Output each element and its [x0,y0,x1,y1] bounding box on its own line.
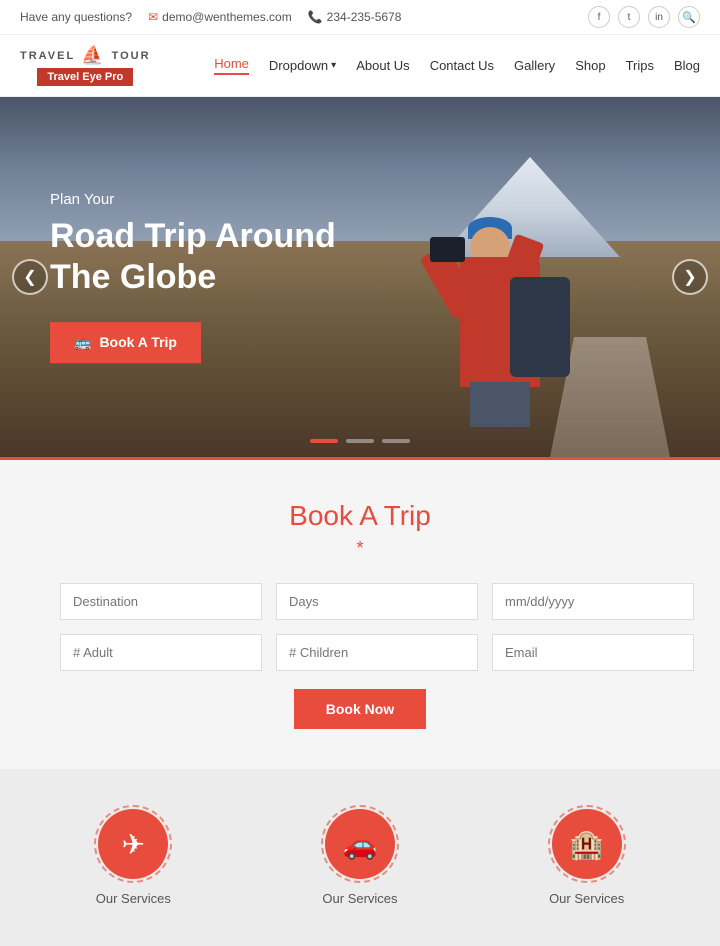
service-item-3: 🏨 Our Services [549,809,624,906]
service-icon-wrap-2: 🚗 [325,809,395,879]
service-item-1: ✈ Our Services [96,809,171,906]
question-text: Have any questions? [20,10,132,24]
destination-input[interactable] [60,583,262,620]
nav-shop[interactable]: Shop [575,58,605,73]
form-row-1 [60,583,660,620]
hero-dots [310,439,410,443]
hero-title-line2: The Globe [50,258,216,296]
hero-dot-2[interactable] [346,439,374,443]
book-section: Book A Trip * Book Now [0,457,720,769]
phone-icon: 📞 [308,10,323,24]
nav-links: Home Dropdown ▾ About Us Contact Us Gall… [214,56,700,75]
twitter-icon[interactable]: t [618,6,640,28]
linkedin-icon[interactable]: in [648,6,670,28]
top-bar-right: f t in 🔍 [588,6,700,28]
nav-blog[interactable]: Blog [674,58,700,73]
logo-badge[interactable]: Travel Eye Pro [37,68,133,86]
form-row-2 [60,634,660,671]
boat-icon: ⛵ [81,45,105,66]
bus-icon: 🚌 [74,334,91,351]
search-icon[interactable]: 🔍 [678,6,700,28]
car-icon: 🚗 [343,828,378,861]
hero-section: Plan Your Road Trip Around The Globe 🚌 B… [0,97,720,457]
hero-prev-arrow[interactable]: ❮ [12,259,48,295]
navbar: TRAVEL ⛵ TOUR Travel Eye Pro Home Dropdo… [0,35,720,97]
email-contact: ✉ demo@wenthemes.com [148,10,292,24]
hero-dot-1[interactable] [310,439,338,443]
logo: TRAVEL ⛵ TOUR Travel Eye Pro [20,45,151,86]
children-input[interactable] [276,634,478,671]
book-divider: * [60,538,660,559]
plane-icon: ✈ [122,828,145,861]
email-address[interactable]: demo@wenthemes.com [162,10,292,24]
top-bar-left: Have any questions? ✉ demo@wenthemes.com… [20,10,401,24]
hero-figure [380,147,600,427]
phone-number[interactable]: 234-235-5678 [327,10,402,24]
book-now-button[interactable]: Book Now [294,689,426,729]
service-label-1: Our Services [96,891,171,906]
hero-cta-label: Book A Trip [99,334,177,350]
nav-about[interactable]: About Us [356,58,409,73]
nav-contact[interactable]: Contact Us [430,58,494,73]
date-input[interactable] [492,583,694,620]
adult-input[interactable] [60,634,262,671]
legs [470,382,530,427]
hero-next-arrow[interactable]: ❯ [672,259,708,295]
hotel-icon: 🏨 [569,828,604,861]
email-input[interactable] [492,634,694,671]
figure-body [450,207,570,427]
book-title-rest: ook A Trip [308,500,431,531]
hero-title-line1: Road Trip Around [50,217,336,255]
book-title: Book A Trip [60,500,660,532]
services-section: ✈ Our Services 🚗 Our Services 🏨 Our Serv… [0,769,720,946]
hero-title: Road Trip Around The Globe [50,216,336,298]
service-label-2: Our Services [322,891,397,906]
days-input[interactable] [276,583,478,620]
brand-travel: TRAVEL [20,50,75,62]
hero-book-button[interactable]: 🚌 Book A Trip [50,322,201,363]
service-label-3: Our Services [549,891,624,906]
service-item-2: 🚗 Our Services [322,809,397,906]
camera [430,237,465,262]
book-title-b: B [289,500,308,531]
brand-tour: TOUR [112,50,151,62]
nav-trips[interactable]: Trips [626,58,654,73]
hero-dot-3[interactable] [382,439,410,443]
nav-dropdown[interactable]: Dropdown ▾ [269,58,336,73]
top-bar: Have any questions? ✉ demo@wenthemes.com… [0,0,720,35]
book-form: Book Now [60,583,660,729]
nav-home[interactable]: Home [214,56,249,75]
logo-top: TRAVEL ⛵ TOUR [20,45,151,66]
email-icon: ✉ [148,10,158,24]
backpack [510,277,570,377]
service-icon-wrap-3: 🏨 [552,809,622,879]
service-icon-wrap-1: ✈ [98,809,168,879]
hero-content: Plan Your Road Trip Around The Globe 🚌 B… [50,191,336,363]
phone-contact: 📞 234-235-5678 [308,10,402,24]
facebook-icon[interactable]: f [588,6,610,28]
hero-subtitle: Plan Your [50,191,336,208]
nav-gallery[interactable]: Gallery [514,58,555,73]
